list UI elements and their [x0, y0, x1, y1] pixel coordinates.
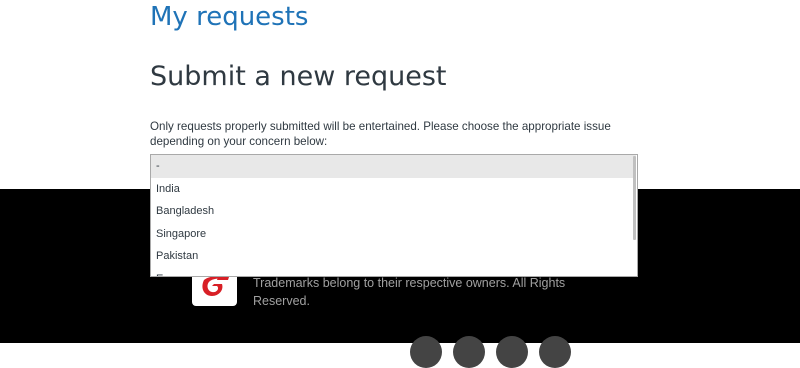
dropdown-option[interactable]: Pakistan [151, 245, 636, 268]
dropdown-option[interactable]: Europe [151, 268, 636, 277]
dropdown-option[interactable]: Bangladesh [151, 200, 636, 223]
my-requests-link[interactable]: My requests [150, 2, 308, 32]
social-icon-3[interactable] [496, 336, 528, 368]
social-icon-4[interactable] [539, 336, 571, 368]
footer-copyright: Trademarks belong to their respective ow… [253, 276, 566, 308]
brand-logo-icon [201, 276, 229, 296]
dropdown-option[interactable]: - [151, 155, 636, 178]
social-icon-1[interactable] [410, 336, 442, 368]
request-instructions: Only requests properly submitted will be… [150, 120, 611, 148]
page-title: Submit a new request [150, 61, 447, 92]
dropdown-option[interactable]: Singapore [151, 223, 636, 246]
dropdown-scrollbar[interactable] [633, 156, 636, 240]
issue-select-dropdown[interactable]: - India Bangladesh Singapore Pakistan Eu… [150, 154, 638, 277]
dropdown-option[interactable]: India [151, 178, 636, 201]
social-icon-2[interactable] [453, 336, 485, 368]
